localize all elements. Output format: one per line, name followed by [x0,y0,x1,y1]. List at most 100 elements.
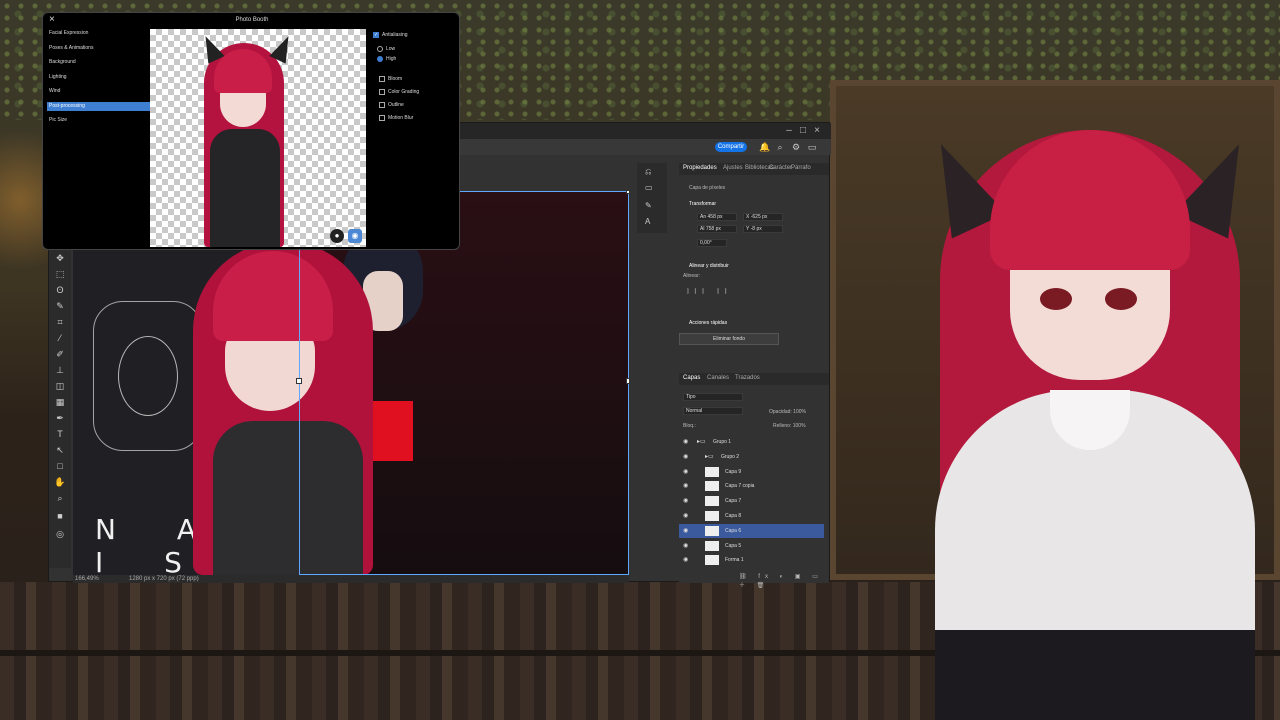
canvas-hud-circle [118,336,178,416]
avatar-eye-right [1105,288,1137,310]
blend-mode-select[interactable]: Normal [683,407,743,415]
visibility-eye-icon[interactable]: ◉ [683,524,691,538]
quality-low-radio[interactable]: Low [377,45,395,54]
visibility-eye-icon[interactable]: ◉ [683,435,691,449]
layer-group-row[interactable]: ◉ ▸▭ Grupo 1 [679,435,824,449]
character-icon[interactable]: A [645,217,659,227]
y-field[interactable]: Y -8 px [743,225,783,233]
comments-icon[interactable]: ▭ [645,183,659,193]
minimize-icon[interactable]: – [783,125,795,137]
layer-row[interactable]: ◉ Capa 6 [679,523,824,538]
tab-capas[interactable]: Capas [683,375,700,381]
quick-select-tool-icon[interactable]: ✎ [54,300,66,312]
folder-icon[interactable]: ▸▭ [697,435,706,449]
option-label: Outline [388,102,404,108]
stamp-tool-icon[interactable]: ⊥ [54,364,66,376]
width-field[interactable]: An 458 px [697,213,737,221]
layer-row[interactable]: ◉ Capa 7 [679,494,824,508]
layer-row[interactable]: ◉ Capa 7 copia [679,479,824,493]
quick-mask-icon[interactable]: ◎ [54,528,66,540]
transform-handle[interactable] [296,378,302,384]
hand-tool-icon[interactable]: ✋ [54,476,66,488]
outline-option[interactable]: Outline [379,101,404,110]
type-tool-icon[interactable]: T [54,428,66,440]
checkbox-icon [379,88,385,95]
menu-item[interactable]: Facial Expression [47,29,151,38]
layer-row[interactable]: ◉ Capa 9 [679,465,824,479]
gradient-tool-icon[interactable]: ▦ [54,396,66,408]
transform-handle[interactable] [626,378,629,384]
lasso-tool-icon[interactable]: ʘ [54,284,66,296]
option-label: Color Grading [388,89,420,95]
layer-row[interactable]: ◉ Capa 8 [679,509,824,523]
snapshot-icon[interactable]: ● [330,229,344,243]
maximize-icon[interactable]: □ [797,125,809,137]
remove-background-button[interactable]: Eliminar fondo [679,333,779,345]
visibility-eye-icon[interactable]: ◉ [683,509,691,523]
layer-actions-icons[interactable]: ⛓ fx ◐ ▣ ▭ ＋ 🗑 [739,573,829,589]
folder-icon[interactable]: ▸▭ [705,450,714,464]
shape-tool-icon[interactable]: □ [54,460,66,472]
workspace-icon[interactable]: ▭ [807,142,817,152]
path-select-tool-icon[interactable]: ↖ [54,444,66,456]
align-buttons-icon[interactable]: ⫿⫿⫿ ⫿⫿ [687,289,732,295]
layer-filter-select[interactable]: Tipo [683,393,743,401]
brush-settings-icon[interactable]: ✎ [645,201,659,211]
menu-item[interactable]: Poses & Animations [47,44,151,53]
marquee-tool-icon[interactable]: ⬚ [54,268,66,280]
menu-item[interactable]: Pic Size [47,116,151,125]
zoom-tool-icon[interactable]: ⌕ [54,492,66,504]
layer-row[interactable]: ◉ Forma 1 [679,553,824,567]
tab-trazados[interactable]: Trazados [735,375,760,381]
camera-icon[interactable]: ◉ [348,229,362,243]
color-grading-option[interactable]: Color Grading [379,88,419,97]
fill-field[interactable]: Relleno: 100% [773,423,806,429]
menu-item[interactable]: Background [47,58,151,67]
history-icon[interactable]: ⎌ [645,167,659,177]
gear-icon[interactable]: ⚙ [791,142,801,152]
opacity-field[interactable]: Opacidad: 100% [769,409,806,415]
bloom-option[interactable]: Bloom [379,75,402,84]
visibility-eye-icon[interactable]: ◉ [683,539,691,553]
visibility-eye-icon[interactable]: ◉ [683,450,691,464]
search-icon[interactable]: ⌕ [775,142,785,152]
crop-tool-icon[interactable]: ⌗ [54,316,66,328]
color-swatch-icon[interactable]: ■ [54,510,66,522]
properties-panel: Propiedades Ajustes Bibliotecas Carácter… [679,163,829,373]
layer-row[interactable]: ◉ Capa 5 [679,539,824,553]
visibility-eye-icon[interactable]: ◉ [683,465,691,479]
zoom-level[interactable]: 166,49% [75,575,99,583]
visibility-eye-icon[interactable]: ◉ [683,494,691,508]
preview-body [210,129,280,247]
visibility-eye-icon[interactable]: ◉ [683,553,691,567]
brush-tool-icon[interactable]: ✐ [54,348,66,360]
tab-parrafo[interactable]: Párrafo [791,165,811,171]
layer-group-row[interactable]: ◉ ▸▭ Grupo 2 [679,450,824,464]
tab-ajustes[interactable]: Ajustes [723,165,743,171]
menu-item[interactable]: Post-processing [47,101,151,111]
x-field[interactable]: X -625 px [743,213,783,221]
visibility-eye-icon[interactable]: ◉ [683,479,691,493]
menu-item[interactable]: Wind [47,87,151,96]
tab-caracter[interactable]: Carácter [769,165,792,171]
layer-thumbnail [705,466,719,477]
eyedropper-tool-icon[interactable]: ⁄ [54,332,66,344]
tab-propiedades[interactable]: Propiedades [683,165,717,171]
close-icon[interactable]: × [811,125,823,137]
tab-canales[interactable]: Canales [707,375,729,381]
antialiasing-option[interactable]: ✓ Antialiasing [373,31,408,40]
motion-blur-option[interactable]: Motion Blur [379,114,413,123]
share-button[interactable]: Compartir [715,142,747,152]
bell-icon[interactable]: 🔔 [759,142,770,152]
pen-tool-icon[interactable]: ✒ [54,412,66,424]
quality-high-radio[interactable]: High [377,55,396,64]
eraser-tool-icon[interactable]: ◫ [54,380,66,392]
layers-panel: Capas Canales Trazados Tipo Normal Opaci… [679,373,829,589]
option-label: High [386,56,397,62]
angle-field[interactable]: 0,00° [697,239,727,247]
menu-item[interactable]: Lighting [47,73,151,82]
height-field[interactable]: Al 758 px [697,225,737,233]
transform-handle[interactable] [626,191,629,194]
layer-name: Capa 8 [725,513,742,519]
move-tool-icon[interactable]: ✥ [54,252,66,264]
